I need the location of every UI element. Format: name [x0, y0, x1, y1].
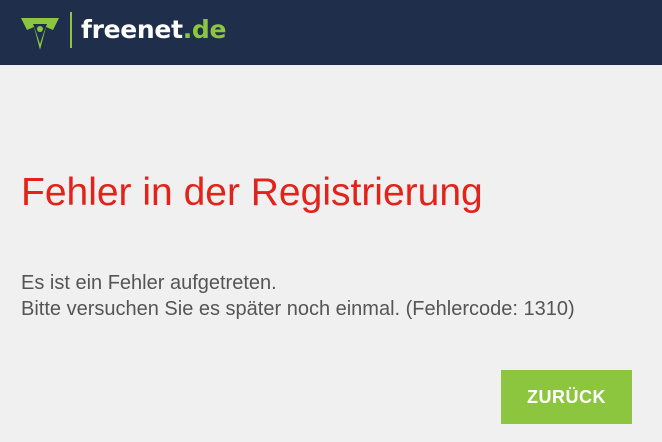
error-message-line-1: Es ist ein Fehler aufgetreten.: [21, 272, 277, 294]
freenet-logo-icon[interactable]: [17, 10, 63, 56]
brand-tld: .de: [182, 15, 227, 44]
brand-name: freenet: [81, 15, 183, 44]
page-title: Fehler in der Registrierung: [21, 171, 483, 214]
brand-wordmark[interactable]: freenet.de: [81, 14, 226, 46]
top-bar: freenet.de: [0, 0, 662, 65]
error-message-line-2: Bitte versuchen Sie es später noch einma…: [21, 298, 575, 320]
error-message: Es ist ein Fehler aufgetreten. Bitte ver…: [21, 270, 575, 322]
back-button[interactable]: ZURÜCK: [501, 370, 632, 424]
logo-divider: [70, 12, 72, 48]
